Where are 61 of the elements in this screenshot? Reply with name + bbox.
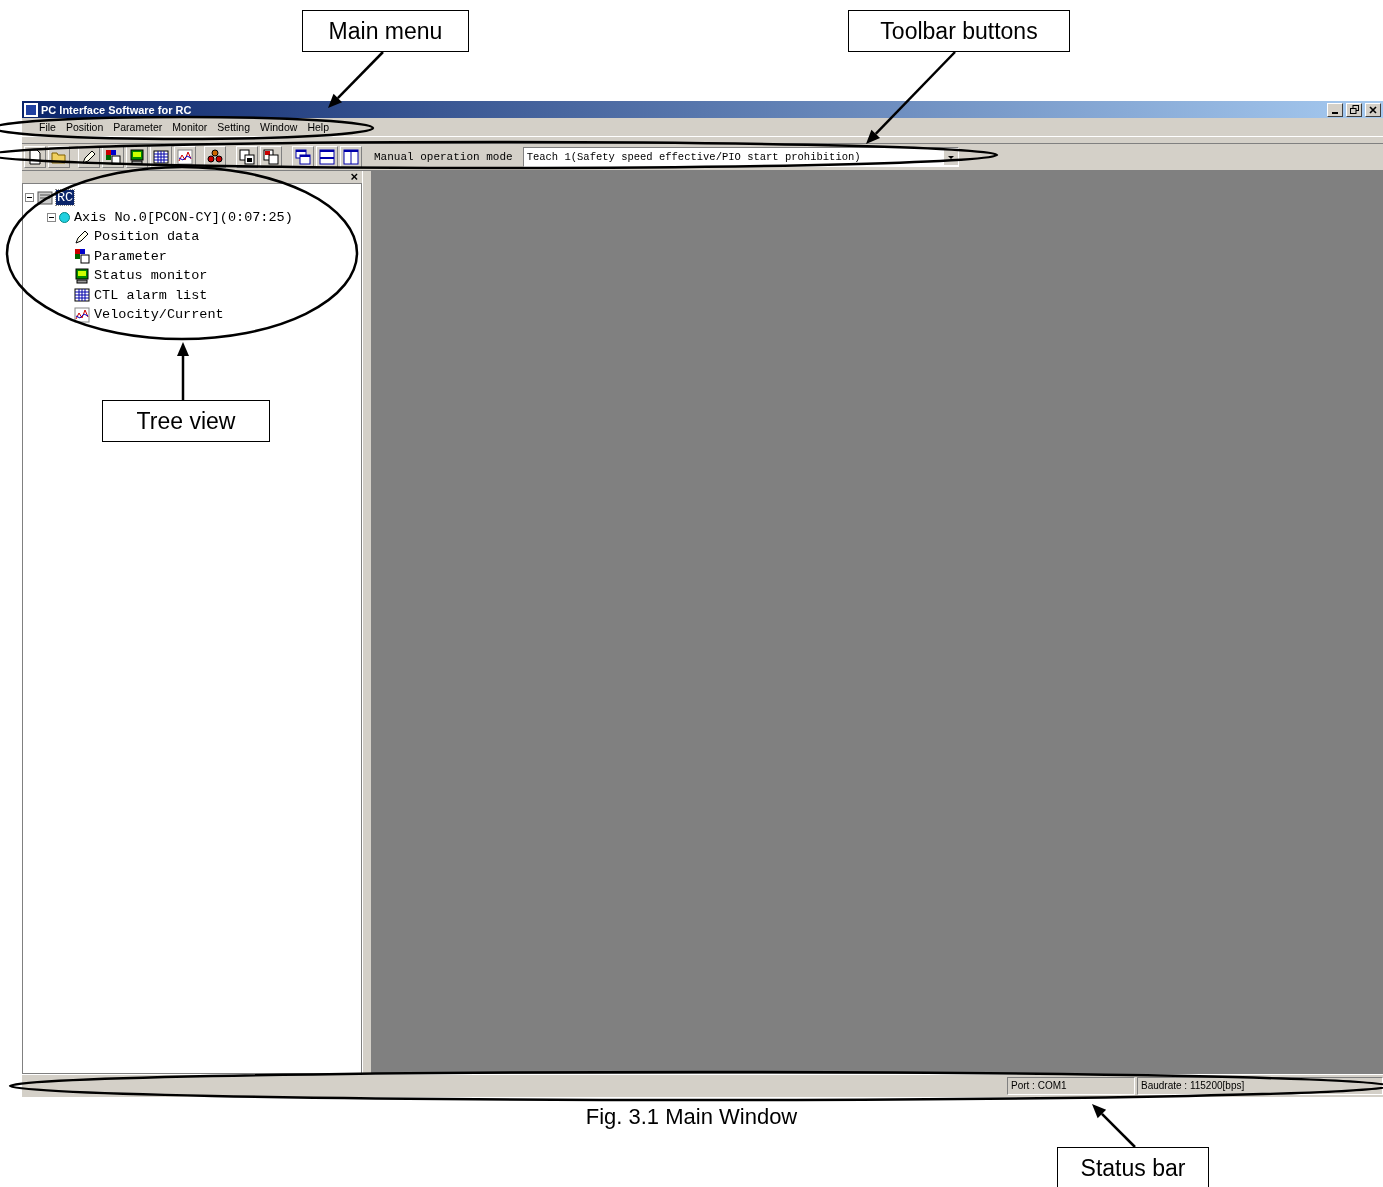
table-icon [153, 149, 169, 165]
collapse-icon[interactable] [25, 193, 34, 203]
status-dot-icon [59, 211, 70, 223]
window-title: PC Interface Software for RC [41, 103, 193, 116]
tree-item[interactable]: Position data [93, 229, 201, 245]
documents-icon [263, 149, 279, 165]
menu-item[interactable]: Parameter [108, 121, 168, 133]
restore-button[interactable] [1346, 102, 1362, 117]
pencil-icon [81, 149, 97, 165]
parameter-icon [105, 149, 121, 165]
monitor-icon [129, 149, 145, 165]
callout-label: Tree view [102, 400, 270, 442]
callout-arrow [177, 342, 189, 400]
minimize-icon [1332, 111, 1338, 114]
close-icon [1369, 105, 1377, 114]
toolbar-button[interactable] [236, 146, 258, 168]
parameter-icon [74, 248, 90, 265]
tile-horizontal-icon [319, 149, 335, 165]
menu-item[interactable]: File [34, 121, 61, 133]
mode-dropdown[interactable]: Teach 1(Safety speed effective/PIO start prohibition) [522, 147, 959, 167]
tree-item[interactable]: Status monitor [93, 268, 209, 284]
toolbar-button[interactable] [260, 146, 282, 168]
tree-item[interactable]: CTL alarm list [93, 287, 209, 303]
callout-arrow [328, 51, 384, 108]
restore-icon [1349, 105, 1359, 114]
tree-item[interactable]: Parameter [93, 248, 168, 264]
tree-item[interactable]: RC [56, 190, 75, 206]
document-icon [27, 149, 43, 165]
splitter[interactable] [362, 171, 372, 1074]
menu-item[interactable]: Monitor [167, 121, 213, 133]
close-button[interactable] [1365, 102, 1381, 117]
app-icon [24, 102, 38, 117]
figure-caption: Fig. 3.1 Main Window [585, 1104, 798, 1129]
close-button[interactable]: × [350, 171, 358, 183]
mode-label: Manual operation mode [374, 151, 513, 163]
callout-arrow [1092, 1104, 1136, 1148]
toolbar-button[interactable] [316, 146, 338, 168]
status-pane: Port : COM1 [1007, 1077, 1135, 1095]
menu-item[interactable]: Window [255, 121, 303, 133]
graph-icon [74, 306, 90, 323]
callout-label: Main menu [302, 10, 469, 52]
pencil-icon [74, 228, 90, 245]
toolbar-button[interactable] [340, 146, 362, 168]
graph-icon [177, 149, 193, 165]
tree-item[interactable]: Velocity/Current [93, 307, 225, 323]
menu-item[interactable]: Help [302, 121, 334, 133]
tile-vertical-icon [343, 149, 359, 165]
status-pane: Baudrate : 115200[bps] [1137, 1077, 1383, 1095]
cascade-windows-icon [295, 149, 311, 165]
menu-item[interactable]: Setting [212, 121, 256, 133]
tree-item[interactable]: Axis No.0[PCON-CY](0:07:25) [73, 209, 294, 225]
menu-item[interactable]: Position [60, 121, 109, 133]
toolbar-button[interactable] [292, 146, 314, 168]
callout-label: Status bar [1057, 1147, 1209, 1187]
callout-label: Toolbar buttons [848, 10, 1070, 52]
minimize-button[interactable] [1327, 102, 1343, 117]
folder-icon [51, 149, 67, 165]
monitor-icon [74, 267, 90, 284]
documents-icon [239, 149, 255, 165]
table-icon [74, 287, 90, 304]
collapse-icon[interactable] [47, 212, 56, 222]
